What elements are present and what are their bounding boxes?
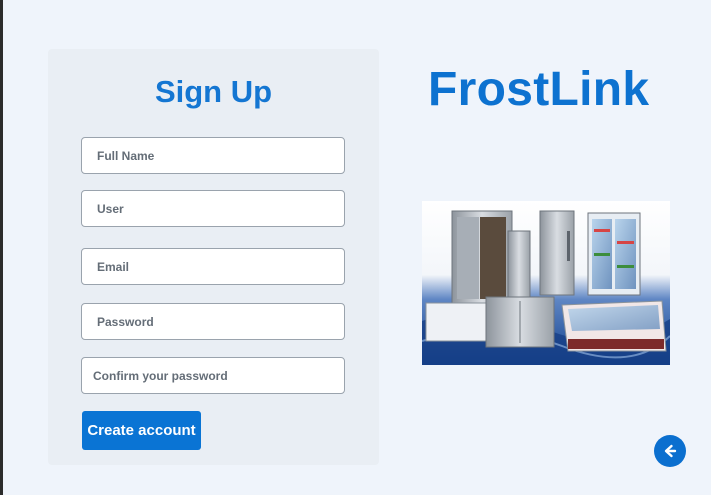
refrigeration-products-image [422,201,670,365]
password-input[interactable] [81,303,345,340]
back-button[interactable] [654,435,686,467]
signup-title: Sign Up [154,74,273,109]
email-input[interactable] [81,248,345,285]
arrow-left-icon [664,444,677,458]
full-name-input[interactable] [81,137,345,174]
user-input[interactable] [81,190,345,227]
brand-logo-text: FrostLink [428,63,650,116]
window-edge [0,0,3,495]
confirm-password-input[interactable] [81,357,345,394]
create-account-button[interactable]: Create account [82,411,201,450]
